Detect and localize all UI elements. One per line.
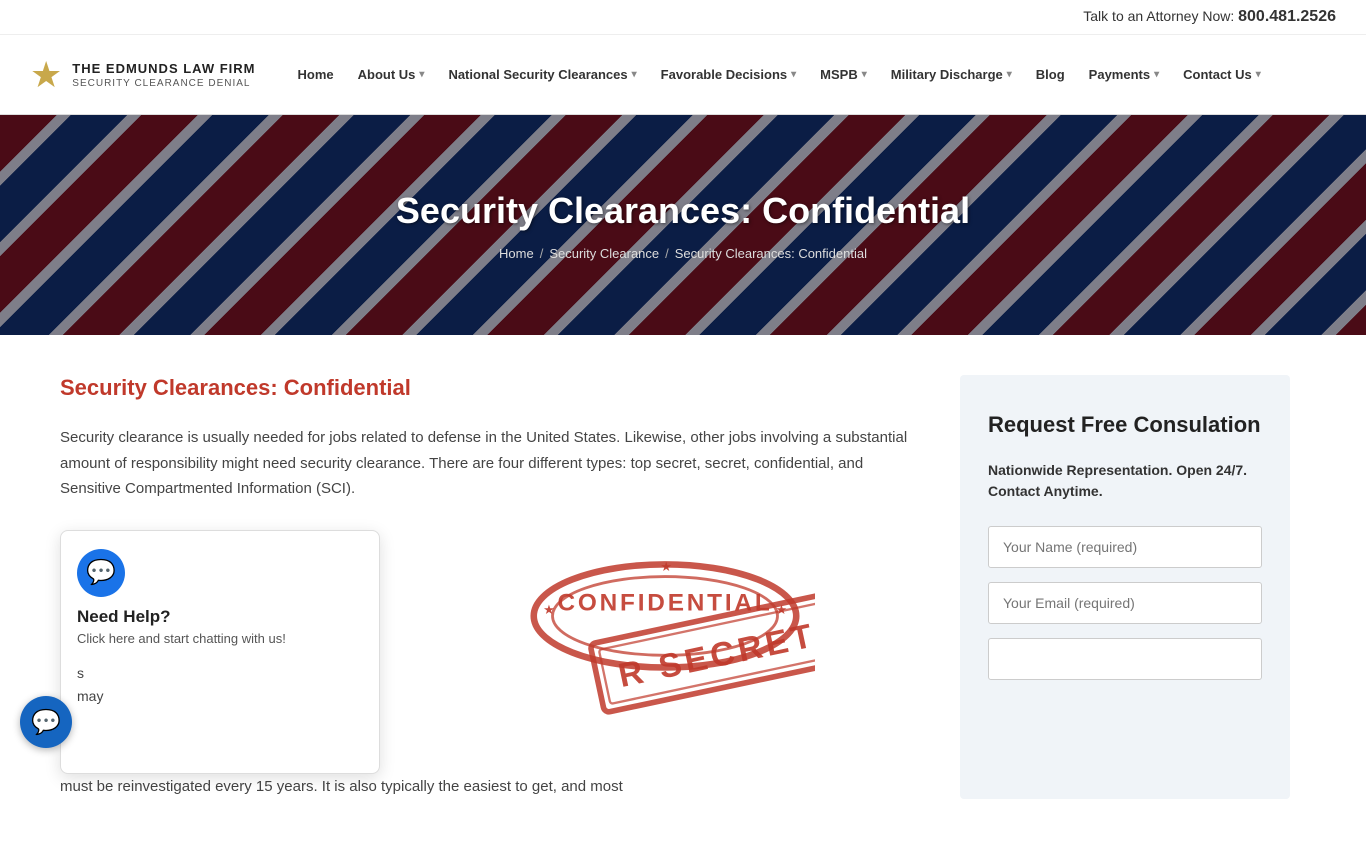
breadcrumb: Home / Security Clearance / Security Cle… bbox=[499, 246, 867, 261]
content-intro: Security clearance is usually needed for… bbox=[60, 425, 920, 502]
nav-item-blog[interactable]: Blog bbox=[1024, 45, 1077, 105]
nav-item-home[interactable]: Home bbox=[286, 45, 346, 105]
hero-title: Security Clearances: Confidential bbox=[396, 190, 970, 232]
chevron-down-icon: ▾ bbox=[632, 69, 637, 80]
chevron-down-icon: ▾ bbox=[1154, 69, 1159, 80]
chat-popup-heading: Need Help? bbox=[77, 607, 363, 627]
sidebar-subtitle: Nationwide Representation. Open 24/7. Co… bbox=[988, 460, 1262, 502]
cta-prefix: Talk to an Attorney Now: bbox=[1083, 8, 1234, 24]
breadcrumb-sep-1: / bbox=[540, 246, 544, 261]
header: ★ THE EDMUNDS LAW FIRM SECURITY CLEARANC… bbox=[0, 35, 1366, 115]
content-lower: 💬 Need Help? Click here and start chatti… bbox=[60, 530, 920, 774]
firm-sub: SECURITY CLEARANCE DENIAL bbox=[72, 78, 255, 89]
nav-item-mspb[interactable]: MSPB▾ bbox=[808, 45, 879, 105]
svg-text:★: ★ bbox=[660, 558, 672, 573]
chevron-down-icon: ▾ bbox=[419, 69, 424, 80]
nav-item-payments[interactable]: Payments▾ bbox=[1077, 45, 1171, 105]
content-area: Security Clearances: Confidential Securi… bbox=[60, 375, 920, 799]
chat-bubble-symbol: 💬 bbox=[86, 558, 116, 587]
logo-text: THE EDMUNDS LAW FIRM SECURITY CLEARANCE … bbox=[72, 61, 255, 89]
chat-popup-subtext: Click here and start chatting with us! bbox=[77, 631, 363, 646]
sidebar-title: Request Free Consulation bbox=[988, 411, 1262, 440]
breadcrumb-home[interactable]: Home bbox=[499, 246, 534, 261]
hero-banner: Security Clearances: Confidential Home /… bbox=[0, 115, 1366, 335]
nav-item-favorable-decisions[interactable]: Favorable Decisions▾ bbox=[649, 45, 808, 105]
logo-star-icon: ★ bbox=[30, 57, 62, 93]
firm-name: THE EDMUNDS LAW FIRM bbox=[72, 61, 255, 76]
chat-widget[interactable]: 💬 bbox=[20, 696, 72, 748]
chat-bubble-icon: 💬 bbox=[77, 549, 125, 597]
breadcrumb-current: Security Clearances: Confidential bbox=[675, 246, 867, 261]
stamp-svg: ★ ★ ★ CONFIDENTIAL R SECRET bbox=[515, 530, 815, 730]
email-input[interactable] bbox=[988, 582, 1262, 624]
breadcrumb-sep-2: / bbox=[665, 246, 669, 261]
sidebar: Request Free Consulation Nationwide Repr… bbox=[960, 375, 1290, 799]
nav-item-about-us[interactable]: About Us▾ bbox=[346, 45, 437, 105]
partial-body-text: s may bbox=[77, 662, 363, 757]
svg-text:R SECRET: R SECRET bbox=[615, 616, 815, 695]
main-nav: HomeAbout Us▾National Security Clearance… bbox=[286, 45, 1337, 105]
phone-number[interactable]: 800.481.2526 bbox=[1238, 8, 1336, 25]
top-bar: Talk to an Attorney Now: 800.481.2526 bbox=[0, 0, 1366, 35]
chat-popup[interactable]: 💬 Need Help? Click here and start chatti… bbox=[60, 530, 380, 774]
nav-item-contact-us[interactable]: Contact Us▾ bbox=[1171, 45, 1273, 105]
content-title: Security Clearances: Confidential bbox=[60, 375, 920, 401]
chevron-down-icon: ▾ bbox=[862, 69, 867, 80]
chevron-down-icon: ▾ bbox=[1007, 69, 1012, 80]
name-input[interactable] bbox=[988, 526, 1262, 568]
partial-body-text-2: must be reinvestigated every 15 years. I… bbox=[60, 774, 920, 800]
chevron-down-icon: ▾ bbox=[791, 69, 796, 80]
chat-widget-icon: 💬 bbox=[31, 708, 61, 737]
svg-text:★: ★ bbox=[543, 602, 555, 617]
chevron-down-icon: ▾ bbox=[1256, 69, 1261, 80]
stamp-area: ★ ★ ★ CONFIDENTIAL R SECRET bbox=[410, 530, 920, 730]
logo[interactable]: ★ THE EDMUNDS LAW FIRM SECURITY CLEARANC… bbox=[30, 57, 256, 93]
nav-item-national-security-clearances[interactable]: National Security Clearances▾ bbox=[436, 45, 648, 105]
main-content: Security Clearances: Confidential Securi… bbox=[0, 335, 1366, 859]
extra-input[interactable] bbox=[988, 638, 1262, 680]
breadcrumb-security-clearance[interactable]: Security Clearance bbox=[549, 246, 659, 261]
nav-item-military-discharge[interactable]: Military Discharge▾ bbox=[879, 45, 1024, 105]
